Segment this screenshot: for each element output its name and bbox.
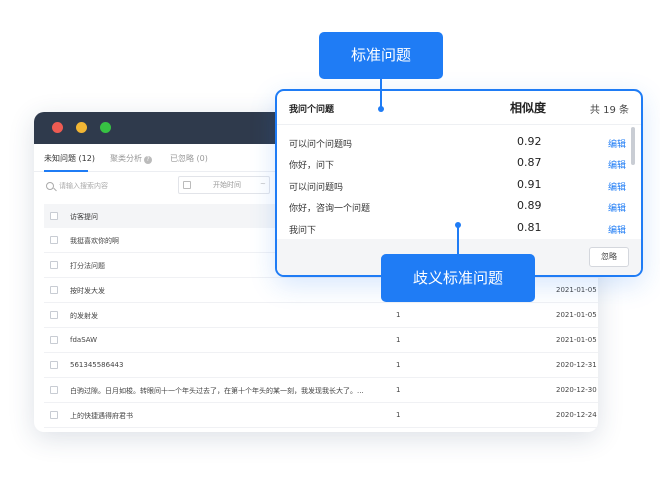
edit-link[interactable]: 编辑 bbox=[608, 137, 626, 150]
search-input[interactable]: 请输入搜索内容 bbox=[59, 181, 108, 191]
date-range-separator: ~ bbox=[260, 180, 266, 188]
tab-cluster-analysis-label: 聚类分析 bbox=[110, 154, 142, 163]
row-question: 上的快捷遇得府君书 bbox=[70, 412, 133, 420]
start-date-picker[interactable]: 开始时间 bbox=[178, 176, 270, 194]
similar-question-text: 我问下 bbox=[289, 226, 317, 236]
calendar-icon bbox=[183, 181, 191, 189]
row-count: 1 bbox=[396, 361, 401, 369]
row-count: 1 bbox=[396, 311, 401, 319]
similarity-score: 0.92 bbox=[517, 135, 542, 148]
callout-connector-line bbox=[457, 225, 459, 254]
similar-question-text: 可以问个问题吗 bbox=[289, 140, 353, 150]
popup-header: 我问个问题 相似度 共 19 条 bbox=[277, 91, 641, 125]
similarity-score: 0.91 bbox=[517, 178, 542, 191]
row-count: 1 bbox=[396, 386, 401, 394]
row-checkbox[interactable] bbox=[50, 411, 58, 419]
row-question: 561345586443 bbox=[70, 361, 124, 369]
similar-question-text: 你好，咨询一个问题 bbox=[289, 204, 371, 214]
table-row[interactable]: 上的快捷遇得府君书 1 2020-12-24 bbox=[44, 403, 598, 428]
tab-cluster-analysis[interactable]: 聚类分析? bbox=[110, 153, 152, 164]
callout-connector-line bbox=[380, 79, 382, 109]
row-date: 2020-12-24 bbox=[556, 411, 597, 419]
row-date: 2021-01-05 bbox=[556, 336, 597, 344]
total-count: 共 19 条 bbox=[589, 105, 629, 116]
close-window-icon[interactable] bbox=[52, 122, 63, 133]
tab-ignored[interactable]: 已忽略 (0) bbox=[170, 153, 208, 164]
similar-question-row: 我问下 0.81 编辑 bbox=[277, 218, 631, 239]
row-question: 按时发大发 bbox=[70, 287, 105, 295]
similarity-score: 0.89 bbox=[517, 199, 542, 212]
similar-questions-popup: 我问个问题 相似度 共 19 条 可以问个问题吗 0.92 编辑 你好，问下 0… bbox=[275, 89, 643, 277]
popup-scrollbar[interactable] bbox=[631, 127, 635, 165]
row-date: 2020-12-30 bbox=[556, 386, 597, 394]
edit-link[interactable]: 编辑 bbox=[608, 223, 626, 236]
row-date: 2021-01-05 bbox=[556, 311, 597, 319]
row-count: 1 bbox=[396, 411, 401, 419]
similar-question-row: 你好，咨询一个问题 0.89 编辑 bbox=[277, 196, 631, 217]
tab-unknown-questions[interactable]: 未知问题 (12) bbox=[44, 153, 95, 164]
similar-question-row: 可以问问题吗 0.91 编辑 bbox=[277, 175, 631, 196]
edit-link[interactable]: 编辑 bbox=[608, 180, 626, 193]
start-date-placeholder: 开始时间 bbox=[213, 181, 241, 189]
row-checkbox[interactable] bbox=[50, 336, 58, 344]
similarity-header: 相似度 bbox=[510, 101, 547, 115]
callout-anchor-dot bbox=[378, 106, 384, 112]
row-count: 1 bbox=[396, 336, 401, 344]
row-checkbox[interactable] bbox=[50, 236, 58, 244]
similar-question-row: 你好，问下 0.87 编辑 bbox=[277, 153, 631, 174]
edit-link[interactable]: 编辑 bbox=[608, 201, 626, 214]
similar-question-row: 可以问个问题吗 0.92 编辑 bbox=[277, 132, 631, 153]
table-row[interactable]: 561345586443 1 2020-12-31 bbox=[44, 353, 598, 378]
column-header-question: 访客提问 bbox=[70, 213, 98, 221]
row-date: 2020-12-31 bbox=[556, 361, 597, 369]
search-icon bbox=[46, 182, 54, 190]
edit-link[interactable]: 编辑 bbox=[608, 158, 626, 171]
ambiguous-question-callout: 歧义标准问题 bbox=[381, 254, 535, 302]
select-all-checkbox[interactable] bbox=[50, 212, 58, 220]
row-question: 白驹过隙。日月如梭。转眼间十一个年头过去了，在第十个年头的某一刻，我发现我长大了… bbox=[70, 387, 364, 395]
table-row[interactable]: 白驹过隙。日月如梭。转眼间十一个年头过去了，在第十个年头的某一刻，我发现我长大了… bbox=[44, 378, 598, 403]
row-checkbox[interactable] bbox=[50, 261, 58, 269]
row-question: 的发射发 bbox=[70, 312, 98, 320]
row-date: 2021-01-05 bbox=[556, 286, 597, 294]
row-checkbox[interactable] bbox=[50, 361, 58, 369]
maximize-window-icon[interactable] bbox=[100, 122, 111, 133]
similarity-score: 0.87 bbox=[517, 156, 542, 169]
help-icon[interactable]: ? bbox=[144, 156, 152, 164]
table-row[interactable]: 的发射发 1 2021-01-05 bbox=[44, 303, 598, 328]
callout-anchor-dot bbox=[455, 222, 461, 228]
active-tab-indicator bbox=[44, 170, 88, 172]
similar-question-text: 你好，问下 bbox=[289, 161, 335, 171]
minimize-window-icon[interactable] bbox=[76, 122, 87, 133]
similarity-score: 0.81 bbox=[517, 221, 542, 234]
row-checkbox[interactable] bbox=[50, 286, 58, 294]
table-row[interactable]: fdaSAW 1 2021-01-05 bbox=[44, 328, 598, 353]
standard-question-callout: 标准问题 bbox=[319, 32, 443, 79]
similar-question-text: 可以问问题吗 bbox=[289, 183, 344, 193]
my-question-label: 我问个问题 bbox=[289, 105, 335, 115]
row-checkbox[interactable] bbox=[50, 386, 58, 394]
ignore-button[interactable]: 忽略 bbox=[589, 247, 629, 267]
row-question: fdaSAW bbox=[70, 336, 98, 344]
row-checkbox[interactable] bbox=[50, 311, 58, 319]
